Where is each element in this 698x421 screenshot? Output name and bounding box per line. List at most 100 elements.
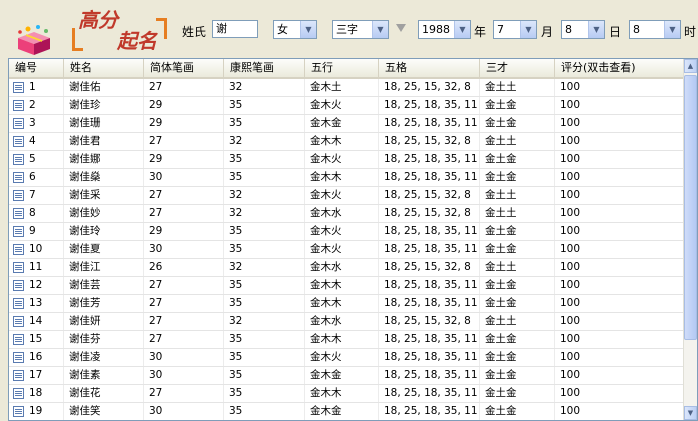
cell-simplified-strokes: 29 bbox=[144, 97, 224, 114]
cell-five-elements: 金木金 bbox=[305, 115, 379, 132]
cell-simplified-strokes: 27 bbox=[144, 313, 224, 330]
surname-input[interactable]: 谢 bbox=[212, 20, 258, 38]
cell-five-elements: 金木火 bbox=[305, 349, 379, 366]
cell-three-talents: 金土金 bbox=[480, 115, 555, 132]
table-row[interactable]: 5 谢佳娜 29 35 金木火 18, 25, 18, 35, 11 金土金 100 bbox=[9, 151, 685, 169]
table-row[interactable]: 12 谢佳芸 27 35 金木木 18, 25, 18, 35, 11 金土金 100 bbox=[9, 277, 685, 295]
cell-five-elements: 金木火 bbox=[305, 241, 379, 258]
cell-name: 谢佳君 bbox=[64, 133, 144, 150]
cell-kangxi-strokes: 32 bbox=[224, 259, 305, 276]
cell-name: 谢佳佑 bbox=[64, 79, 144, 96]
column-header-three-talents[interactable]: 三才 bbox=[480, 59, 555, 77]
column-header-kangxi-strokes[interactable]: 康熙笔画 bbox=[224, 59, 305, 77]
cell-five-grids: 18, 25, 18, 35, 11 bbox=[379, 385, 480, 402]
cell-five-grids: 18, 25, 15, 32, 8 bbox=[379, 133, 480, 150]
cell-three-talents: 金土土 bbox=[480, 259, 555, 276]
cell-name: 谢佳采 bbox=[64, 187, 144, 204]
cell-score: 100 bbox=[555, 259, 685, 276]
cell-id: 7 bbox=[9, 187, 64, 204]
cell-simplified-strokes: 29 bbox=[144, 115, 224, 132]
chevron-down-icon[interactable]: ▼ bbox=[520, 21, 536, 38]
cell-score: 100 bbox=[555, 295, 685, 312]
cell-five-grids: 18, 25, 18, 35, 11 bbox=[379, 115, 480, 132]
cell-three-talents: 金土金 bbox=[480, 367, 555, 384]
month-select[interactable]: 7 ▼ bbox=[493, 20, 537, 39]
cell-score: 100 bbox=[555, 367, 685, 384]
cell-score: 100 bbox=[555, 187, 685, 204]
cell-kangxi-strokes: 35 bbox=[224, 223, 305, 240]
cell-simplified-strokes: 29 bbox=[144, 223, 224, 240]
name-length-select[interactable]: 三字 ▼ bbox=[332, 20, 389, 39]
table-row[interactable]: 3 谢佳珊 29 35 金木金 18, 25, 18, 35, 11 金土金 100 bbox=[9, 115, 685, 133]
arrow-up-icon[interactable]: ▲ bbox=[684, 59, 697, 73]
results-table[interactable]: 编号 姓名 简体笔画 康熙笔画 五行 五格 三才 评分(双击查看) 1 谢佳佑 27… bbox=[8, 58, 698, 421]
cell-five-elements: 金木火 bbox=[305, 187, 379, 204]
gender-select-value: 女 bbox=[277, 23, 288, 36]
cell-simplified-strokes: 30 bbox=[144, 169, 224, 186]
chevron-down-icon[interactable]: ▼ bbox=[588, 21, 604, 38]
table-row[interactable]: 14 谢佳妍 27 32 金木水 18, 25, 15, 32, 8 金土土 100 bbox=[9, 313, 685, 331]
cell-score: 100 bbox=[555, 169, 685, 186]
cell-score: 100 bbox=[555, 223, 685, 240]
day-label: 日 bbox=[609, 25, 622, 39]
scrollbar-thumb[interactable] bbox=[684, 75, 697, 340]
column-header-score[interactable]: 评分(双击查看) bbox=[555, 59, 685, 77]
cell-name: 谢佳江 bbox=[64, 259, 144, 276]
table-row[interactable]: 15 谢佳芬 27 35 金木木 18, 25, 18, 35, 11 金土金 100 bbox=[9, 331, 685, 349]
cell-score: 100 bbox=[555, 385, 685, 402]
cell-five-elements: 金木水 bbox=[305, 313, 379, 330]
cell-three-talents: 金土土 bbox=[480, 205, 555, 222]
table-row[interactable]: 16 谢佳凌 30 35 金木火 18, 25, 18, 35, 11 金土金 100 bbox=[9, 349, 685, 367]
cell-three-talents: 金土土 bbox=[480, 79, 555, 96]
day-select[interactable]: 8 ▼ bbox=[561, 20, 605, 39]
hour-select-value: 8 bbox=[633, 23, 640, 36]
cell-three-talents: 金土金 bbox=[480, 97, 555, 114]
cell-kangxi-strokes: 35 bbox=[224, 367, 305, 384]
cell-three-talents: 金土土 bbox=[480, 133, 555, 150]
chevron-down-icon[interactable]: ▼ bbox=[664, 21, 680, 38]
arrow-down-icon[interactable]: ▼ bbox=[684, 406, 697, 420]
year-select[interactable]: 1988 ▼ bbox=[418, 20, 471, 39]
table-row[interactable]: 2 谢佳珍 29 35 金木火 18, 25, 18, 35, 11 金土金 100 bbox=[9, 97, 685, 115]
table-row[interactable]: 17 谢佳素 30 35 金木金 18, 25, 18, 35, 11 金土金 100 bbox=[9, 367, 685, 385]
cell-simplified-strokes: 27 bbox=[144, 331, 224, 348]
cell-id: 2 bbox=[9, 97, 64, 114]
table-row[interactable]: 10 谢佳夏 30 35 金木火 18, 25, 18, 35, 11 金土金 100 bbox=[9, 241, 685, 259]
table-row[interactable]: 9 谢佳玲 29 35 金木火 18, 25, 18, 35, 11 金土金 100 bbox=[9, 223, 685, 241]
cell-score: 100 bbox=[555, 97, 685, 114]
chevron-down-icon[interactable]: ▼ bbox=[454, 21, 470, 38]
hour-label: 时 bbox=[684, 25, 697, 39]
hour-select[interactable]: 8 ▼ bbox=[629, 20, 681, 39]
cell-kangxi-strokes: 35 bbox=[224, 151, 305, 168]
table-row[interactable]: 4 谢佳君 27 32 金木木 18, 25, 15, 32, 8 金土土 100 bbox=[9, 133, 685, 151]
table-row[interactable]: 18 谢佳花 27 35 金木木 18, 25, 18, 35, 11 金土金 100 bbox=[9, 385, 685, 403]
table-row[interactable]: 7 谢佳采 27 32 金木火 18, 25, 15, 32, 8 金土土 100 bbox=[9, 187, 685, 205]
cell-id: 15 bbox=[9, 331, 64, 348]
cell-score: 100 bbox=[555, 313, 685, 330]
table-row[interactable]: 11 谢佳江 26 32 金木水 18, 25, 15, 32, 8 金土土 100 bbox=[9, 259, 685, 277]
table-row[interactable]: 6 谢佳燊 30 35 金木木 18, 25, 18, 35, 11 金土金 100 bbox=[9, 169, 685, 187]
cell-kangxi-strokes: 32 bbox=[224, 313, 305, 330]
vertical-scrollbar[interactable]: ▲ ▼ bbox=[683, 59, 697, 420]
chevron-down-icon[interactable]: ▼ bbox=[372, 21, 388, 38]
cell-name: 谢佳芳 bbox=[64, 295, 144, 312]
disabled-dropdown-arrow-icon bbox=[396, 24, 406, 32]
cell-three-talents: 金土土 bbox=[480, 187, 555, 204]
column-header-simplified-strokes[interactable]: 简体笔画 bbox=[144, 59, 224, 77]
column-header-id[interactable]: 编号 bbox=[9, 59, 64, 77]
gender-select[interactable]: 女 ▼ bbox=[273, 20, 317, 39]
cell-five-elements: 金木木 bbox=[305, 331, 379, 348]
table-row[interactable]: 13 谢佳芳 27 35 金木木 18, 25, 18, 35, 11 金土金 100 bbox=[9, 295, 685, 313]
month-label: 月 bbox=[541, 25, 554, 39]
chevron-down-icon[interactable]: ▼ bbox=[300, 21, 316, 38]
table-row[interactable]: 19 谢佳笑 30 35 金木金 18, 25, 18, 35, 11 金土金 100 bbox=[9, 403, 685, 420]
cell-name: 谢佳芬 bbox=[64, 331, 144, 348]
column-header-name[interactable]: 姓名 bbox=[64, 59, 144, 77]
cell-name: 谢佳珍 bbox=[64, 97, 144, 114]
table-row[interactable]: 1 谢佳佑 27 32 金木土 18, 25, 15, 32, 8 金土土 100 bbox=[9, 79, 685, 97]
column-header-five-grids[interactable]: 五格 bbox=[379, 59, 480, 77]
toolbar: 高分 起名 姓氏 谢 女 ▼ 三字 ▼ 1988 ▼ 年 7 ▼ 月 8 ▼ 日… bbox=[0, 0, 698, 58]
table-row[interactable]: 8 谢佳妙 27 32 金木水 18, 25, 15, 32, 8 金土土 100 bbox=[9, 205, 685, 223]
cell-five-elements: 金木水 bbox=[305, 205, 379, 222]
column-header-five-elements[interactable]: 五行 bbox=[305, 59, 379, 77]
